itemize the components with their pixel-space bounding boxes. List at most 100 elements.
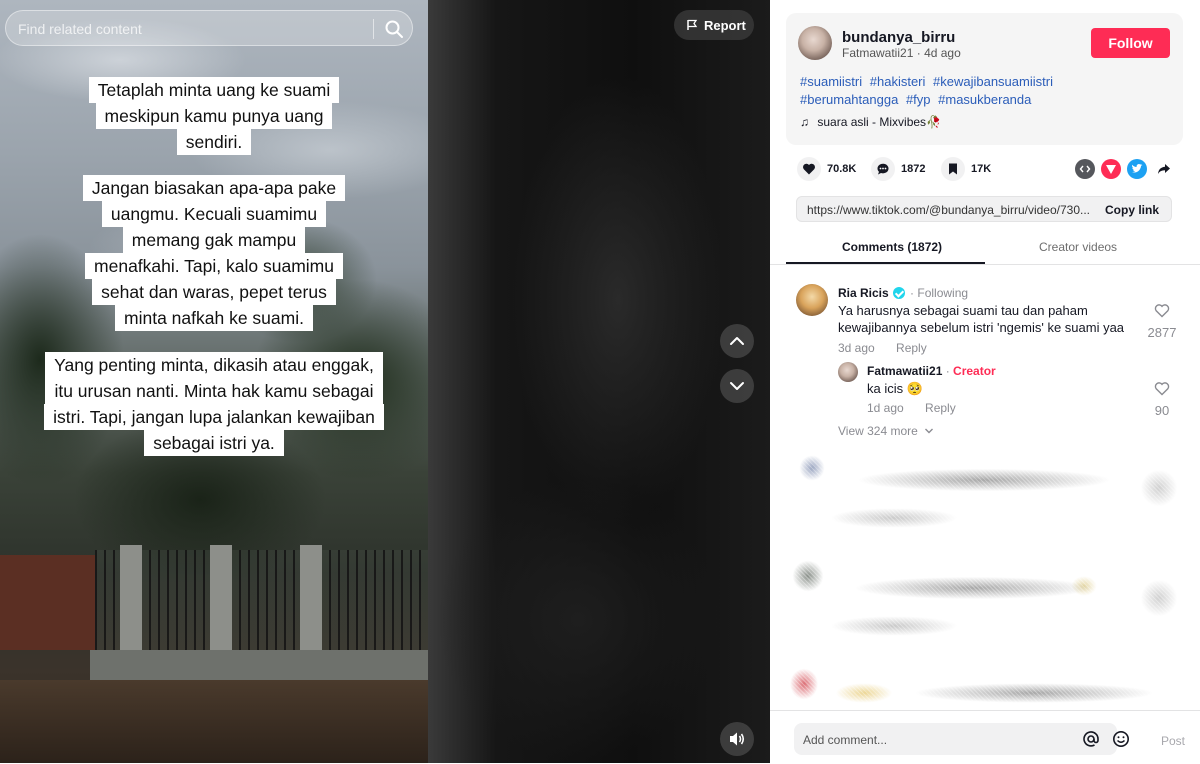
comment-author[interactable]: Ria Ricis · Following (838, 286, 968, 300)
reply-author[interactable]: Fatmawatii21 · Creator (867, 364, 996, 378)
hashtag[interactable]: #berumahtangga (800, 92, 898, 107)
subline-separator: · (916, 46, 925, 60)
caption-line: memang gak mampu (122, 227, 306, 253)
follow-button[interactable]: Follow (1091, 28, 1170, 58)
reply-time: 1d ago (867, 401, 904, 415)
heart-outline-icon (1154, 304, 1170, 318)
music-link[interactable]: ♫ suara asli - Mixvibes🥀 (800, 115, 941, 129)
caption-line: Jangan biasakan apa-apa pake (82, 175, 346, 201)
like-count: 70.8K (827, 163, 857, 175)
hashtag[interactable]: #hakisteri (870, 74, 926, 89)
reply-meta: 1d ago Reply (867, 401, 956, 415)
reply-avatar[interactable] (838, 362, 858, 382)
music-note-icon: ♫ (800, 115, 809, 129)
reply-author-name: Fatmawatii21 (867, 364, 943, 378)
caption-line: istri. Tapi, jangan lupa jalankan kewaji… (44, 404, 384, 430)
hashtag[interactable]: #fyp (906, 92, 931, 107)
heart-icon (797, 157, 821, 181)
ground (0, 680, 428, 763)
caption-line: Tetaplah minta uang ke suami (88, 77, 340, 103)
brick-wall (0, 555, 95, 650)
heart-outline-icon (1154, 382, 1170, 396)
caption-line: sebagai istri ya. (144, 430, 284, 456)
following-badge: · Following (906, 286, 969, 300)
author-subline: Fatmawatii21 · 4d ago (842, 46, 961, 60)
share-link-box: https://www.tiktok.com/@bundanya_birru/v… (796, 196, 1172, 222)
hashtag[interactable]: #suamiistri (800, 74, 862, 89)
author-avatar[interactable] (798, 26, 832, 60)
previous-video-button[interactable] (720, 324, 754, 358)
chevron-down-icon (730, 382, 744, 390)
comment-placeholder: Add comment... (803, 733, 888, 747)
comment-author-name: Ria Ricis (838, 286, 889, 300)
view-more-label: View 324 more (838, 424, 918, 438)
embed-icon[interactable] (1075, 159, 1095, 179)
tab-divider (770, 264, 1200, 265)
comment-count: 1872 (901, 163, 926, 175)
comment-text: Ya harusnya sebagai suami tau dan paham … (838, 303, 1125, 335)
bookmark-icon (941, 157, 965, 181)
caption-line: sehat dan waras, pepet terus (92, 279, 336, 305)
emoji-icon[interactable] (1112, 730, 1130, 748)
search-icon[interactable] (384, 19, 404, 39)
reply-like[interactable]: 90 (1144, 381, 1180, 418)
chevron-up-icon (730, 337, 744, 345)
search-placeholder: Find related content (18, 21, 142, 37)
caption-paragraph-3: Yang penting minta, dikasih atau enggak,… (0, 352, 428, 456)
caption-line: itu urusan nanti. Minta hak kamu sebagai (45, 378, 383, 404)
commenter-avatar[interactable] (796, 284, 828, 316)
caption-line: meskipun kamu punya uang (95, 103, 333, 129)
post-age: 4d ago (924, 46, 961, 60)
caption-line: uangmu. Kecuali suamimu (101, 201, 327, 227)
hashtag[interactable]: #kewajibansuamiistri (933, 74, 1053, 89)
reply-text: ka icis 🥺 (867, 381, 923, 396)
caption-line: minta nafkah ke suami. (115, 305, 313, 331)
author-username[interactable]: bundanya_birru (842, 29, 955, 46)
reply-button[interactable]: Reply (896, 341, 927, 355)
caption-line: menafkahi. Tapi, kalo suamimu (85, 253, 343, 279)
hashtag-list: #suamiistri #hakisteri #kewajibansuamiis… (800, 73, 1170, 109)
caption-paragraph-1: Tetaplah minta uang ke suami meskipun ka… (0, 77, 428, 155)
reply-like-count: 90 (1154, 403, 1170, 418)
reply-button[interactable]: Reply (925, 401, 956, 415)
next-video-button[interactable] (720, 369, 754, 403)
share-arrow-icon[interactable] (1153, 159, 1173, 179)
video-area: Tetaplah minta uang ke suami meskipun ka… (0, 0, 770, 763)
chevron-down-icon (925, 428, 934, 434)
music-title: suara asli - Mixvibes🥀 (817, 115, 941, 129)
comment-like[interactable]: 2877 (1144, 303, 1180, 340)
flag-icon (687, 19, 698, 30)
tab-comments[interactable]: Comments (1872) (842, 240, 942, 254)
view-more-replies[interactable]: View 324 more (838, 424, 934, 438)
video-url[interactable]: https://www.tiktok.com/@bundanya_birru/v… (807, 203, 1089, 217)
save-count: 17K (971, 163, 992, 175)
comment-bar: Add comment... Post (770, 710, 1200, 764)
volume-button[interactable] (720, 722, 754, 756)
video-player[interactable]: Tetaplah minta uang ke suami meskipun ka… (0, 0, 428, 763)
speaker-icon (730, 732, 745, 746)
related-search-input[interactable]: Find related content (5, 10, 413, 46)
author-nickname: Fatmawatii21 (842, 46, 914, 60)
caption-line: sendiri. (176, 129, 252, 155)
report-button[interactable]: Report (674, 10, 754, 40)
blurred-background (428, 0, 770, 763)
verified-badge-icon (892, 287, 905, 299)
twitter-icon[interactable] (1127, 159, 1147, 179)
report-label: Report (704, 18, 746, 33)
comment-time: 3d ago (838, 341, 875, 355)
caption-paragraph-2: Jangan biasakan apa-apa pake uangmu. Kec… (0, 175, 428, 331)
add-comment-input[interactable]: Add comment... (794, 723, 1129, 755)
send-to-friends-icon[interactable] (1101, 159, 1121, 179)
comment-like-count: 2877 (1147, 325, 1177, 340)
tab-creator-videos[interactable]: Creator videos (1039, 240, 1117, 254)
search-divider (373, 19, 374, 39)
post-info-card: bundanya_birru Fatmawatii21 · 4d ago Fol… (786, 13, 1183, 145)
mention-icon[interactable] (1082, 730, 1100, 748)
creator-badge: Creator (953, 364, 996, 378)
hashtag[interactable]: #masukberanda (938, 92, 1031, 107)
reply-separator: · (942, 364, 954, 378)
side-panel: bundanya_birru Fatmawatii21 · 4d ago Fol… (770, 0, 1200, 764)
copy-link-button[interactable]: Copy link (1105, 203, 1159, 217)
post-comment-button[interactable]: Post (1161, 734, 1185, 748)
caption-line: Yang penting minta, dikasih atau enggak, (45, 352, 383, 378)
